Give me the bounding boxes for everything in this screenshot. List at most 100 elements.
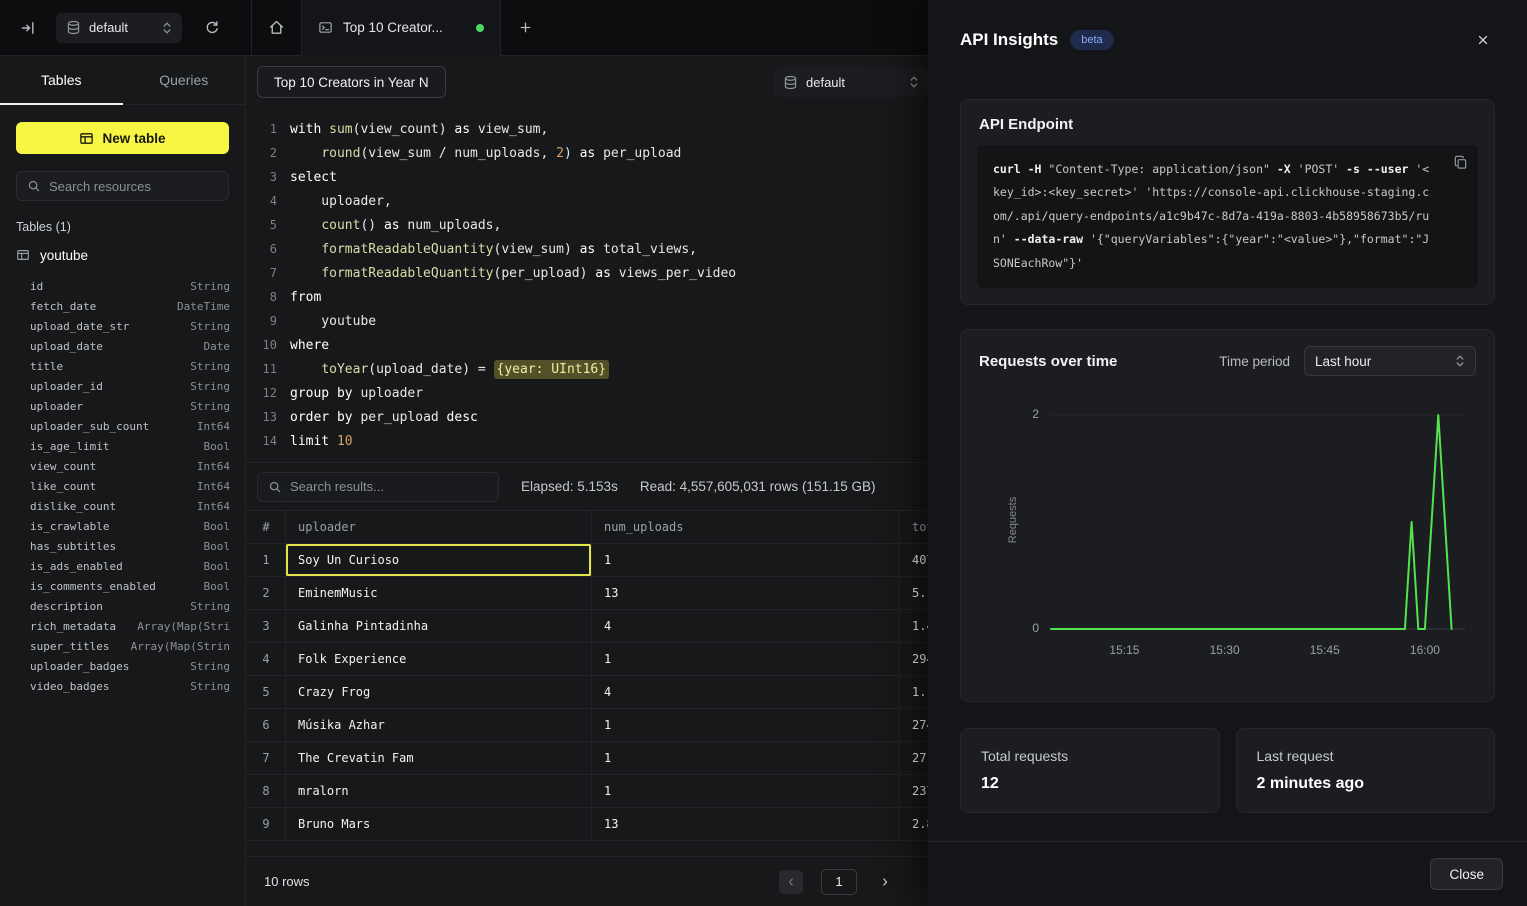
table-cell[interactable]: Bruno Mars (286, 808, 592, 841)
requests-chart-card: Requests over time Time period Last hour… (960, 329, 1495, 702)
line-number: 12 (247, 386, 277, 400)
editor-database-value: default (806, 75, 901, 90)
time-period-select[interactable]: Last hour (1304, 346, 1476, 376)
schema-column: upload_date_strString (30, 316, 230, 336)
new-table-label: New table (102, 131, 165, 146)
database-selector[interactable]: default (56, 13, 182, 43)
table-cell[interactable]: EminemMusic (286, 577, 592, 610)
database-selector-value: default (89, 20, 154, 35)
panel-footer: Close (928, 841, 1527, 906)
table-cell[interactable]: mralorn (286, 775, 592, 808)
schema-column: titleString (30, 356, 230, 376)
search-icon (27, 179, 41, 193)
current-page-indicator[interactable]: 1 (821, 869, 857, 895)
line-number: 14 (247, 434, 277, 448)
table-cell[interactable]: 2 (247, 577, 286, 610)
close-icon (1476, 33, 1490, 47)
table-cell[interactable]: 3 (247, 610, 286, 643)
sidebar-item-youtube-table[interactable]: youtube (0, 242, 245, 268)
tab-queries[interactable]: Queries (123, 56, 246, 104)
table-cell[interactable]: 8 (247, 775, 286, 808)
table-cell[interactable]: 1 (592, 544, 900, 577)
schema-column: is_ads_enabledBool (30, 556, 230, 576)
refresh-icon (204, 20, 220, 36)
table-cell[interactable]: 5 (247, 676, 286, 709)
schema-column: uploader_idString (30, 376, 230, 396)
schema-column: is_comments_enabledBool (30, 576, 230, 596)
schema-column: uploaderString (30, 396, 230, 416)
tab-strip: Top 10 Creator... (251, 0, 550, 56)
table-cell[interactable]: Galinha Pintadinha (286, 610, 592, 643)
last-request-value: 2 minutes ago (1257, 775, 1475, 793)
row-count-label: 10 rows (264, 874, 310, 889)
refresh-button[interactable] (196, 12, 228, 44)
table-cell[interactable]: The Crevatin Fam (286, 742, 592, 775)
total-requests-value: 12 (981, 775, 1199, 793)
sidebar: Tables Queries New table Tables (1) you (0, 56, 246, 906)
api-endpoint-card: API Endpoint curl -H "Content-Type: appl… (960, 99, 1495, 305)
x-axis-tick: 15:15 (1109, 643, 1139, 657)
schema-column: super_titlesArray(Map(Strin (30, 636, 230, 656)
new-tab-button[interactable] (501, 0, 550, 56)
sidebar-tabs: Tables Queries (0, 56, 245, 105)
table-cell[interactable]: 9 (247, 808, 286, 841)
next-page-button[interactable] (875, 870, 895, 894)
chevron-left-icon (785, 876, 797, 888)
beta-badge: beta (1070, 30, 1113, 50)
schema-column-list: idStringfetch_dateDateTimeupload_date_st… (0, 276, 245, 696)
close-panel-button[interactable] (1471, 28, 1495, 52)
editor-database-selector[interactable]: default (773, 67, 929, 97)
table-cell[interactable]: 4 (247, 643, 286, 676)
column-header[interactable]: uploader (286, 511, 592, 544)
table-cell[interactable]: 1 (592, 709, 900, 742)
total-requests-card: Total requests 12 (960, 728, 1220, 813)
tab-tables[interactable]: Tables (0, 56, 123, 104)
query-title-chip[interactable]: Top 10 Creators in Year N (257, 66, 446, 98)
resource-search (16, 171, 229, 201)
close-button[interactable]: Close (1430, 858, 1503, 890)
total-requests-label: Total requests (981, 748, 1199, 764)
column-header[interactable]: # (247, 511, 286, 544)
line-number: 2 (247, 146, 277, 160)
table-cell[interactable]: 1 (247, 544, 286, 577)
y-axis-tick: 2 (1013, 407, 1039, 421)
table-cell[interactable]: Músika Azhar (286, 709, 592, 742)
chevron-updown-icon (162, 20, 172, 36)
table-cell[interactable]: 6 (247, 709, 286, 742)
last-request-label: Last request (1257, 748, 1475, 764)
schema-column: video_badgesString (30, 676, 230, 696)
table-cell[interactable]: Folk Experience (286, 643, 592, 676)
table-cell[interactable]: 13 (592, 577, 900, 610)
requests-over-time-title: Requests over time (979, 353, 1117, 370)
clickhouse-console: default (0, 0, 1527, 906)
selected-table-cell[interactable]: Soy Un Curioso (286, 544, 592, 577)
new-table-button[interactable]: New table (16, 122, 229, 154)
query-tab[interactable]: Top 10 Creator... (301, 0, 501, 56)
table-cell[interactable]: 1 (592, 742, 900, 775)
time-period-label: Time period (1219, 354, 1290, 369)
sidebar-collapse-button[interactable] (0, 0, 56, 56)
home-icon (268, 19, 285, 36)
query-tab-title: Top 10 Creator... (343, 20, 466, 35)
schema-column: is_crawlableBool (30, 516, 230, 536)
search-resources-input[interactable] (49, 179, 218, 194)
line-number: 1 (247, 122, 277, 136)
table-cell[interactable]: 4 (592, 610, 900, 643)
table-cell[interactable]: 7 (247, 742, 286, 775)
line-number: 13 (247, 410, 277, 424)
search-results-input[interactable] (290, 479, 488, 494)
table-cell[interactable]: 4 (592, 676, 900, 709)
plus-icon (518, 20, 533, 35)
chevron-updown-icon (1455, 353, 1465, 369)
table-cell[interactable]: Crazy Frog (286, 676, 592, 709)
schema-column: descriptionString (30, 596, 230, 616)
column-header[interactable]: num_uploads (592, 511, 900, 544)
home-tab-button[interactable] (252, 0, 301, 56)
copy-icon (1453, 155, 1468, 170)
table-cell[interactable]: 1 (592, 643, 900, 676)
table-cell[interactable]: 13 (592, 808, 900, 841)
elapsed-time: Elapsed: 5.153s (521, 479, 618, 494)
previous-page-button[interactable] (779, 870, 803, 894)
copy-button[interactable] (1453, 155, 1468, 170)
table-cell[interactable]: 1 (592, 775, 900, 808)
